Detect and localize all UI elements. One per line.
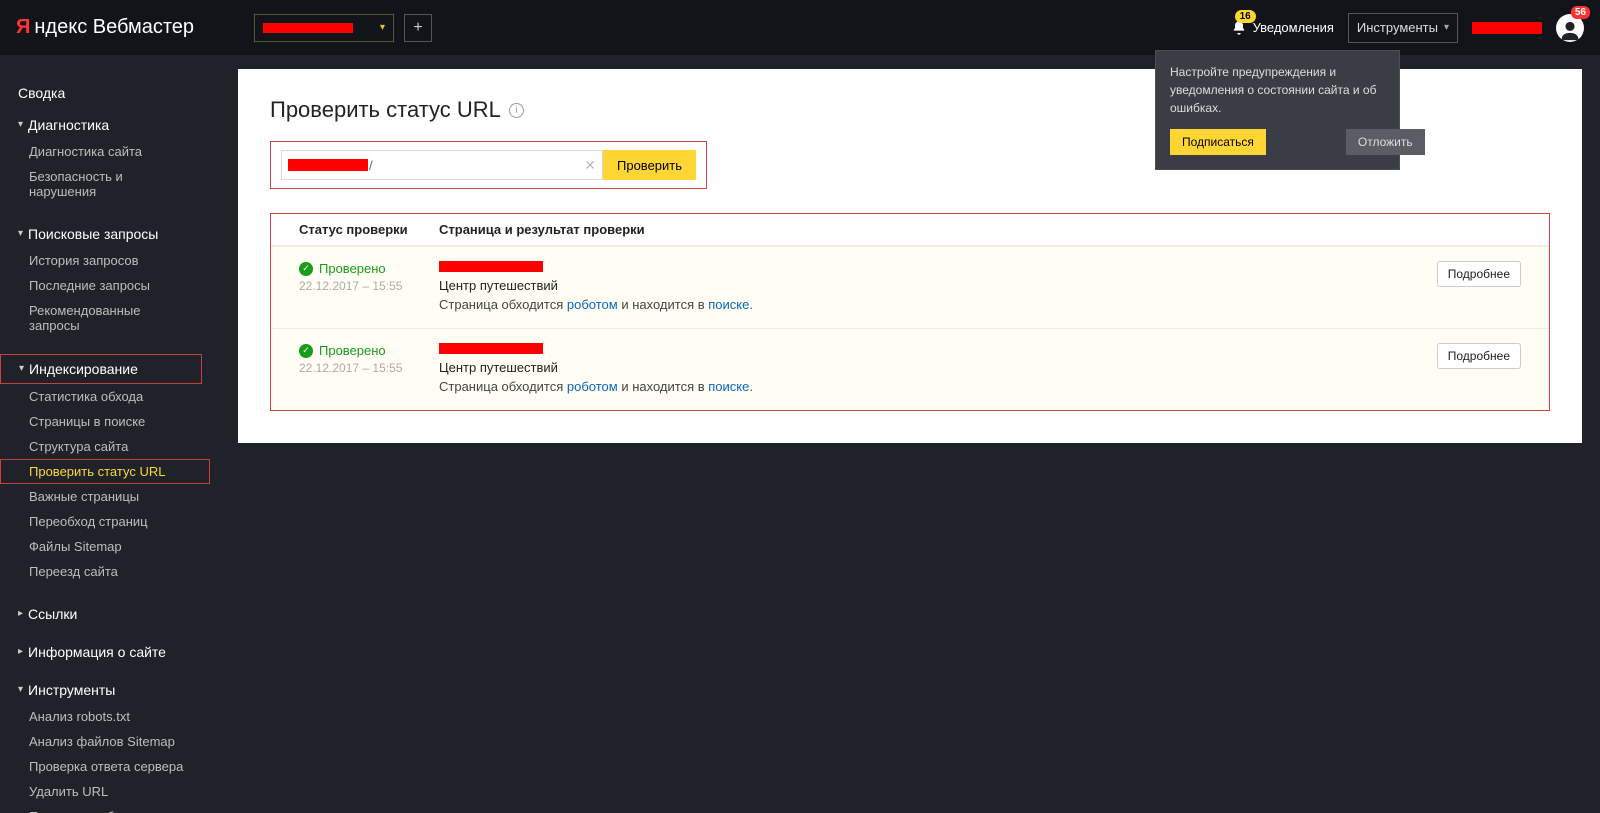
- more-button[interactable]: Подробнее: [1437, 261, 1521, 287]
- sidebar-item[interactable]: Структура сайта: [0, 434, 210, 459]
- page-cell: Центр путешествий Страница обходится роб…: [439, 261, 1411, 312]
- sidebar-item[interactable]: Удалить URL: [0, 779, 210, 804]
- later-button[interactable]: Отложить: [1346, 129, 1425, 155]
- tooltip-text: Настройте предупреждения и уведомления о…: [1170, 63, 1385, 117]
- sidebar-item[interactable]: Переезд сайта: [0, 559, 210, 584]
- page-subtitle: Центр путешествий: [439, 278, 1411, 293]
- status-text: Проверено: [319, 261, 386, 276]
- result-row: Проверено 22.12.2017 – 15:55 Центр путеш…: [271, 246, 1549, 328]
- robot-link[interactable]: роботом: [567, 379, 618, 394]
- url-check-form: / ✕ Проверить: [270, 141, 707, 189]
- sidebar-item[interactable]: Анализ robots.txt: [0, 704, 210, 729]
- sidebar-section-diagnostics[interactable]: Диагностика: [0, 111, 220, 139]
- sidebar-item[interactable]: Страницы в поиске: [0, 409, 210, 434]
- logo-letter: Я: [16, 16, 30, 39]
- sidebar-section-search-queries[interactable]: Поисковые запросы: [0, 220, 220, 248]
- col-status: Статус проверки: [299, 222, 439, 237]
- robot-link[interactable]: роботом: [567, 297, 618, 312]
- sidebar-section-site-info[interactable]: Информация о сайте: [0, 638, 220, 666]
- search-link[interactable]: поиске: [708, 297, 749, 312]
- check-icon: [299, 344, 313, 358]
- logo-text: ндекс Вебмастер: [34, 16, 194, 39]
- sidebar-item-check-url[interactable]: Проверить статус URL: [0, 459, 210, 484]
- tools-label: Инструменты: [1357, 20, 1438, 35]
- sidebar-section-tools[interactable]: Инструменты: [0, 676, 220, 704]
- add-site-button[interactable]: +: [404, 14, 432, 42]
- header-right: 16 Уведомления Инструменты ▾ 56: [1231, 13, 1584, 43]
- sidebar-item[interactable]: Анализ файлов Sitemap: [0, 729, 210, 754]
- site-dropdown[interactable]: ▾: [254, 14, 394, 42]
- chevron-down-icon: ▾: [1444, 22, 1449, 33]
- avatar-badge: 56: [1571, 6, 1590, 19]
- status-timestamp: 22.12.2017 – 15:55: [299, 361, 439, 375]
- status-timestamp: 22.12.2017 – 15:55: [299, 279, 439, 293]
- notif-tooltip: Настройте предупреждения и уведомления о…: [1155, 50, 1400, 170]
- redacted-page-url: [439, 261, 543, 272]
- site-selector: ▾ +: [254, 14, 432, 42]
- sidebar-item[interactable]: Статистика обхода: [0, 384, 210, 409]
- sidebar-summary[interactable]: Сводка: [0, 75, 220, 111]
- col-page: Страница и результат проверки: [439, 222, 1521, 237]
- status-text: Проверено: [319, 343, 386, 358]
- page-desc: Страница обходится роботом и находится в…: [439, 297, 1411, 312]
- logo[interactable]: Яндекс Вебмастер: [16, 16, 194, 39]
- chevron-down-icon: ▾: [380, 22, 385, 33]
- page-desc: Страница обходится роботом и находится в…: [439, 379, 1411, 394]
- sidebar-item[interactable]: Проверка ответа сервера: [0, 754, 210, 779]
- sidebar-item[interactable]: Переобход страниц: [0, 509, 210, 534]
- notifications[interactable]: 16 Уведомления: [1231, 20, 1334, 36]
- search-link[interactable]: поиске: [708, 379, 749, 394]
- sidebar: Сводка Диагностика Диагностика сайта Без…: [0, 55, 220, 813]
- page-title-text: Проверить статус URL: [270, 97, 501, 123]
- sidebar-item[interactable]: Безопасность и нарушения: [0, 164, 210, 204]
- redacted-site-name: [263, 23, 353, 33]
- sidebar-section-links[interactable]: Ссылки: [0, 600, 220, 628]
- results-header: Статус проверки Страница и результат про…: [271, 214, 1549, 246]
- tools-dropdown[interactable]: Инструменты ▾: [1348, 13, 1458, 43]
- page-subtitle: Центр путешествий: [439, 360, 1411, 375]
- page-cell: Центр путешествий Страница обходится роб…: [439, 343, 1411, 394]
- status-cell: Проверено 22.12.2017 – 15:55: [299, 261, 439, 312]
- header: Яндекс Вебмастер ▾ + 16 Уведомления Инст…: [0, 0, 1600, 55]
- check-icon: [299, 262, 313, 276]
- more-button[interactable]: Подробнее: [1437, 343, 1521, 369]
- sidebar-item[interactable]: Последние запросы: [0, 273, 210, 298]
- clear-icon[interactable]: ✕: [584, 157, 596, 174]
- sidebar-item[interactable]: Файлы Sitemap: [0, 534, 210, 559]
- subscribe-button[interactable]: Подписаться: [1170, 129, 1266, 155]
- notif-label: Уведомления: [1253, 20, 1334, 35]
- results-table: Статус проверки Страница и результат про…: [270, 213, 1550, 411]
- redacted-username: [1472, 22, 1542, 34]
- redacted-url: [288, 159, 368, 171]
- sidebar-item[interactable]: Диагностика сайта: [0, 139, 210, 164]
- avatar-wrap[interactable]: 56: [1556, 14, 1584, 42]
- sidebar-item[interactable]: История запросов: [0, 248, 210, 273]
- sidebar-section-indexing[interactable]: Индексирование: [0, 354, 202, 384]
- info-icon[interactable]: i: [509, 103, 524, 118]
- sidebar-item[interactable]: Проверка мобильных страниц: [0, 804, 210, 813]
- check-button[interactable]: Проверить: [603, 150, 696, 180]
- redacted-page-url: [439, 343, 543, 354]
- sidebar-item[interactable]: Рекомендованные запросы: [0, 298, 210, 338]
- result-row: Проверено 22.12.2017 – 15:55 Центр путеш…: [271, 328, 1549, 410]
- sidebar-item[interactable]: Важные страницы: [0, 484, 210, 509]
- url-input[interactable]: / ✕: [281, 150, 603, 180]
- status-cell: Проверено 22.12.2017 – 15:55: [299, 343, 439, 394]
- notif-badge: 16: [1235, 10, 1256, 23]
- url-suffix: /: [369, 158, 373, 173]
